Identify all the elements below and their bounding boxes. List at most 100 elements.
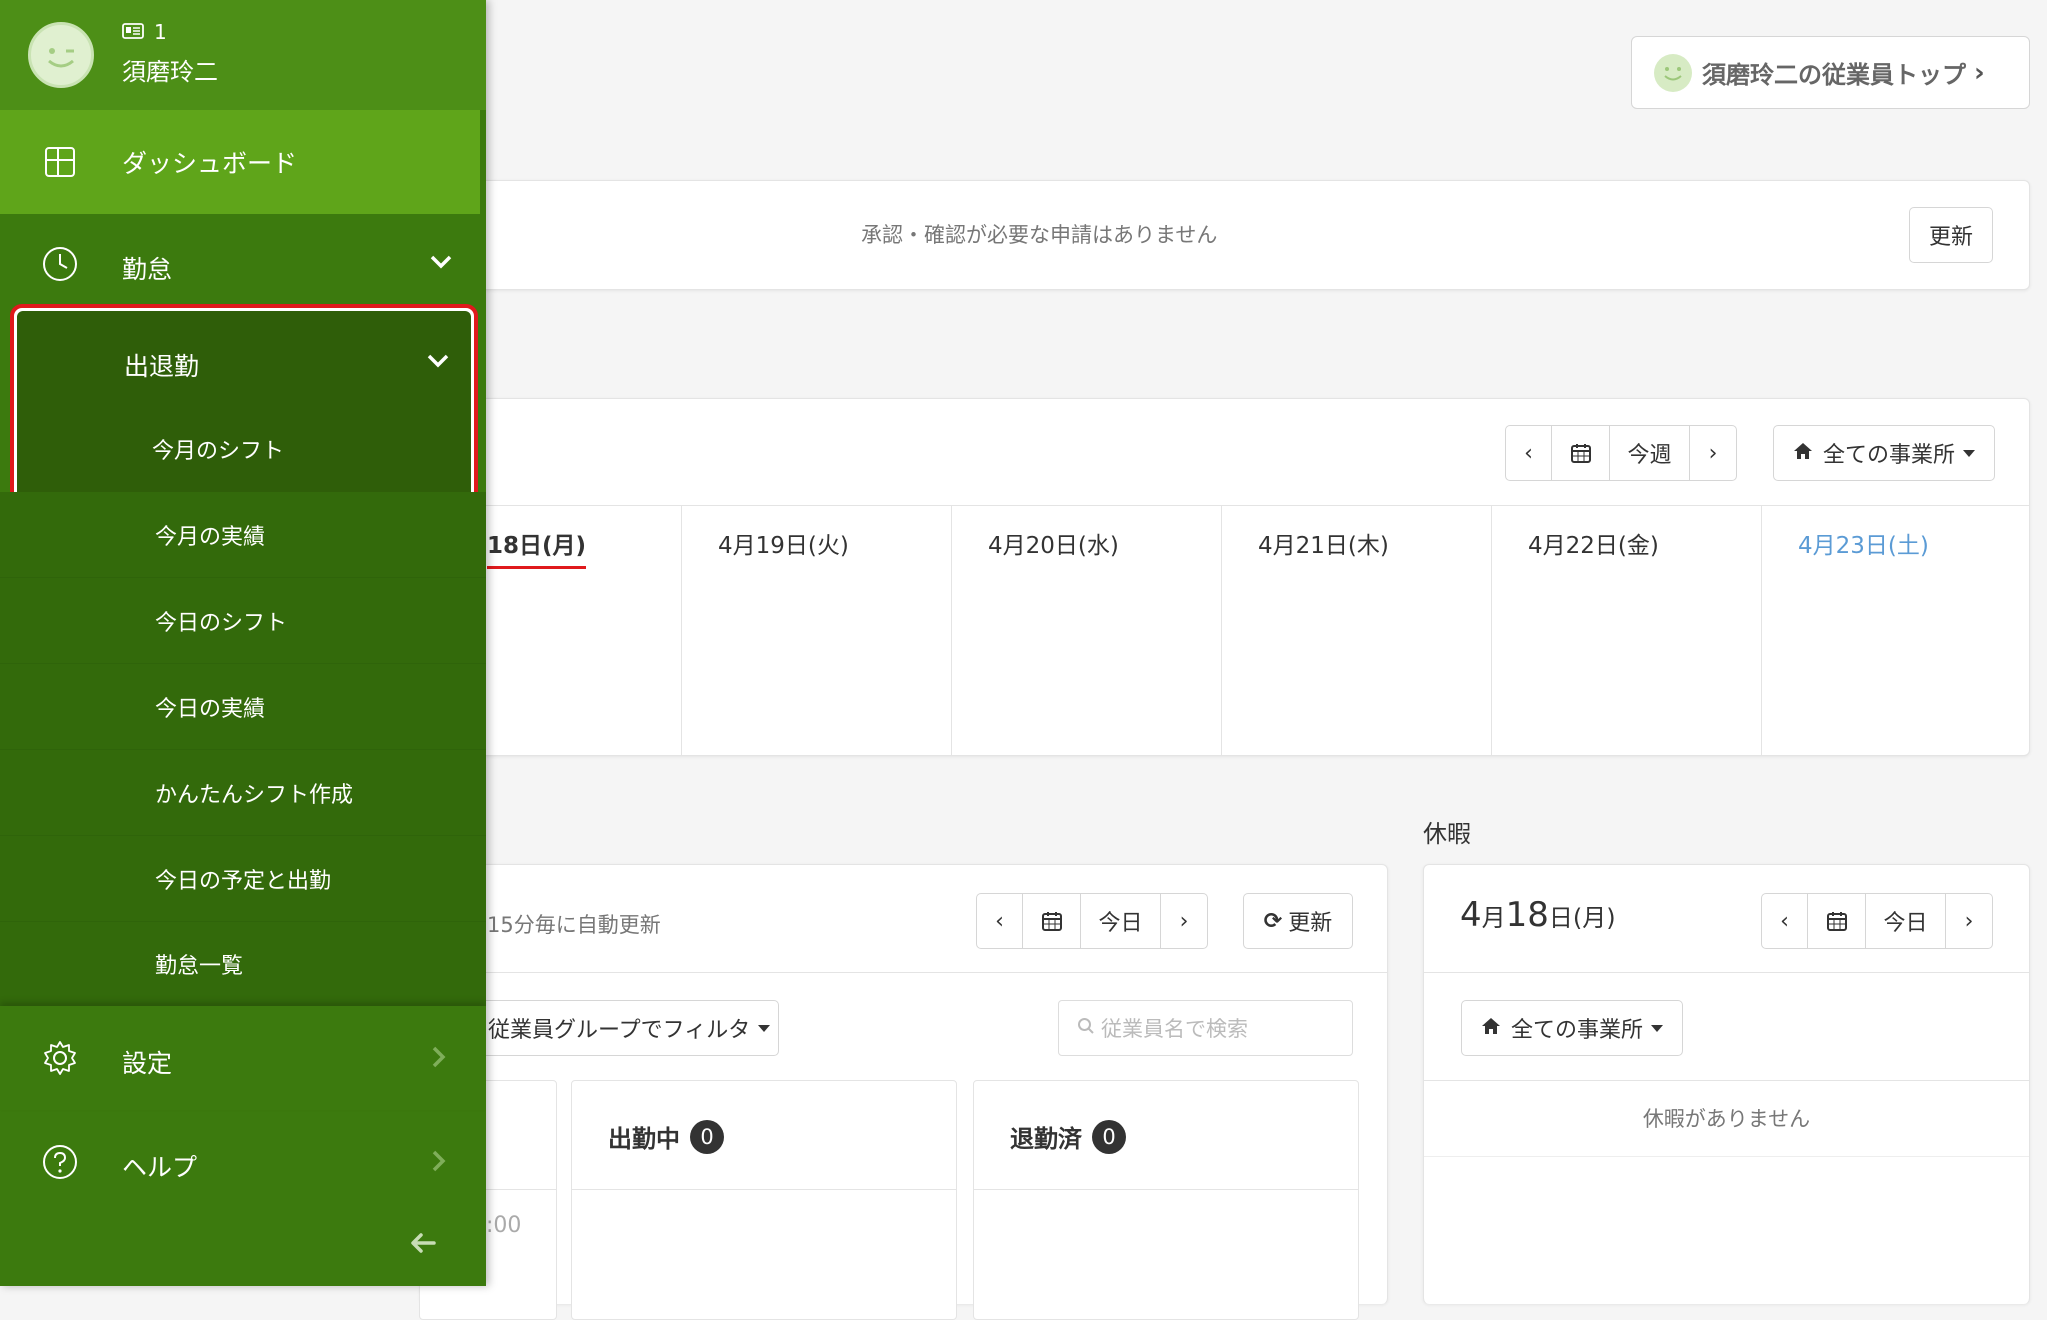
employee-search-field[interactable]: 従業員名で検索 <box>1058 1000 1353 1056</box>
caret-down-icon <box>1651 1024 1663 1032</box>
sidebar-subitem-today-actual[interactable]: 今日の実績 <box>0 664 486 750</box>
sidebar-subitem-today-plan[interactable]: 今日の予定と出勤 <box>0 836 486 922</box>
calendar-picker-button[interactable] <box>1808 894 1866 948</box>
search-icon <box>1077 1016 1095 1040</box>
week-calendar-card: ‹ 今週 › 全ての事業所 18日(月) 4月19日(火) 4月20日(水) 4… <box>420 398 2030 756</box>
attendance-refresh-button[interactable]: ⟳ 更新 <box>1243 893 1353 949</box>
leave-date-month-unit: 月 <box>1481 904 1506 932</box>
left-header: 退勤済 0 <box>1010 1119 1126 1154</box>
prev-day-button[interactable]: ‹ <box>1762 894 1808 948</box>
leave-date-month: 4 <box>1460 895 1482 935</box>
settings-label: 設定 <box>122 1049 173 1078</box>
sidebar-collapse-button[interactable] <box>410 1232 440 1262</box>
sidebar-item-help[interactable]: ヘルプ <box>0 1110 486 1214</box>
day-label: 18日(月) <box>487 526 587 569</box>
today-button[interactable]: 今日 <box>1866 894 1946 948</box>
sidebar-subitem-easy-shift[interactable]: かんたんシフト作成 <box>0 750 486 836</box>
day-label: 4月20日(水) <box>988 533 1119 559</box>
week-days-row: 18日(月) 4月19日(火) 4月20日(水) 4月21日(木) 4月22日(… <box>421 505 2029 756</box>
leave-date: 4 月 18 日(月) <box>1460 895 1616 935</box>
dashboard-label: ダッシュボード <box>122 149 298 178</box>
approval-message: 承認・確認が必要な申請はありません <box>861 223 1218 247</box>
chevron-left-icon: ‹ <box>1780 908 1789 934</box>
sidebar-item-settings[interactable]: 設定 <box>0 1006 486 1110</box>
calendar-picker-button[interactable] <box>1552 426 1610 480</box>
chevron-right-icon <box>432 1150 446 1176</box>
chevron-down-icon <box>430 254 452 273</box>
status-divider <box>974 1189 1358 1190</box>
next-day-button[interactable]: › <box>1946 894 1992 948</box>
sidebar-subitem-monthly-shift[interactable]: 今月のシフト <box>17 411 471 491</box>
caret-down-icon <box>1963 449 1975 457</box>
employee-top-label: 須磨玲二の従業員トップ <box>1702 61 1966 89</box>
day-column-wed[interactable]: 4月20日(水) <box>951 506 1221 756</box>
day-column-tue[interactable]: 4月19日(火) <box>681 506 951 756</box>
calendar-icon <box>1041 912 1062 931</box>
leave-card: 4 月 18 日(月) ‹ 今日 › 全ての事業所 休暇がありません <box>1423 864 2030 1304</box>
left-column: 退勤済 0 <box>973 1080 1359 1320</box>
sidebar-item-shuttaikin[interactable]: 出退勤 <box>17 311 471 401</box>
chevron-down-icon <box>427 353 449 372</box>
day-column-fri[interactable]: 4月22日(金) <box>1491 506 1761 756</box>
working-header: 出勤中 0 <box>608 1119 724 1154</box>
refresh-icon: ⟳ <box>1263 908 1283 934</box>
leave-section-title: 休暇 <box>1423 820 1471 848</box>
home-icon <box>1793 441 1813 466</box>
day-label: 4月19日(火) <box>718 533 849 559</box>
id-card-icon <box>122 20 144 44</box>
leave-office-filter-dropdown[interactable]: 全ての事業所 <box>1461 1000 1683 1056</box>
day-label: 4月23日(土) <box>1798 533 1929 559</box>
partial-time: :00 <box>486 1213 522 1238</box>
subitem-label: 今日の予定と出勤 <box>155 868 332 894</box>
user-header[interactable]: 1 須磨玲二 <box>0 0 486 110</box>
chevron-right-icon: › <box>1974 57 1985 88</box>
home-icon <box>1481 1016 1501 1041</box>
day-label: 4月21日(木) <box>1258 533 1389 559</box>
sidebar-subitem-today-shift[interactable]: 今日のシフト <box>0 578 486 664</box>
help-label: ヘルプ <box>122 1153 198 1182</box>
prev-day-button[interactable]: ‹ <box>977 894 1023 948</box>
leave-divider <box>1424 1156 2029 1157</box>
leave-divider <box>1424 1080 2029 1081</box>
prev-week-button[interactable]: ‹ <box>1506 426 1552 480</box>
leave-date-day-unit: 日(月) <box>1548 904 1616 932</box>
user-name: 須磨玲二 <box>122 58 218 86</box>
next-day-button[interactable]: › <box>1161 894 1207 948</box>
group-filter-dropdown[interactable]: 従業員グループでフィルタ <box>451 1000 779 1056</box>
day-column-sat[interactable]: 4月23日(土) <box>1761 506 2029 756</box>
leave-divider <box>1424 972 2029 973</box>
employee-top-button[interactable]: 須磨玲二の従業員トップ › <box>1631 36 2030 109</box>
calendar-picker-button[interactable] <box>1023 894 1081 948</box>
this-week-button[interactable]: 今週 <box>1610 426 1690 480</box>
sidebar-item-kintai[interactable]: 勤怠 <box>0 214 486 314</box>
office-filter-label: 全ての事業所 <box>1822 443 1955 468</box>
calendar-icon <box>1570 444 1591 463</box>
user-id: 1 <box>154 20 167 44</box>
today-button[interactable]: 今日 <box>1081 894 1161 948</box>
auto-refresh-text: 15分毎に自動更新 <box>487 913 661 937</box>
question-icon <box>42 1144 78 1184</box>
calendar-icon <box>1826 912 1847 931</box>
sidebar-subitem-kintai-list[interactable]: 勤怠一覧 <box>0 922 486 1006</box>
status-divider <box>572 1189 956 1190</box>
monthly-shift-label: 今月のシフト <box>152 439 285 464</box>
next-week-button[interactable]: › <box>1690 426 1736 480</box>
day-label: 4月22日(金) <box>1528 533 1659 559</box>
sidebar-group-shuttaikin: 出退勤 今月のシフト <box>10 304 478 506</box>
chevron-right-icon: › <box>1179 908 1189 934</box>
kintai-label: 勤怠 <box>122 255 173 284</box>
caret-down-icon <box>758 1024 771 1032</box>
chevron-right-icon: › <box>1708 440 1718 466</box>
chevron-right-icon: › <box>1964 908 1974 934</box>
sidebar-subitem-monthly-actual[interactable]: 今月の実績 <box>0 492 486 578</box>
left-label: 退勤済 <box>1010 1125 1082 1153</box>
sidebar: 1 須磨玲二 ダッシュボード 勤怠 出退勤 今月のシフト 今月の実績 今日のシフ… <box>0 0 486 1286</box>
subitem-label: 勤怠一覧 <box>155 954 244 979</box>
day-column-thu[interactable]: 4月21日(木) <box>1221 506 1491 756</box>
approval-refresh-button[interactable]: 更新 <box>1909 207 1993 263</box>
subitem-label: かんたんシフト作成 <box>155 782 354 808</box>
gear-icon <box>42 1040 78 1080</box>
chevron-left-icon: ‹ <box>995 908 1004 934</box>
sidebar-item-dashboard[interactable]: ダッシュボード <box>0 110 480 214</box>
office-filter-dropdown[interactable]: 全ての事業所 <box>1773 425 1995 481</box>
